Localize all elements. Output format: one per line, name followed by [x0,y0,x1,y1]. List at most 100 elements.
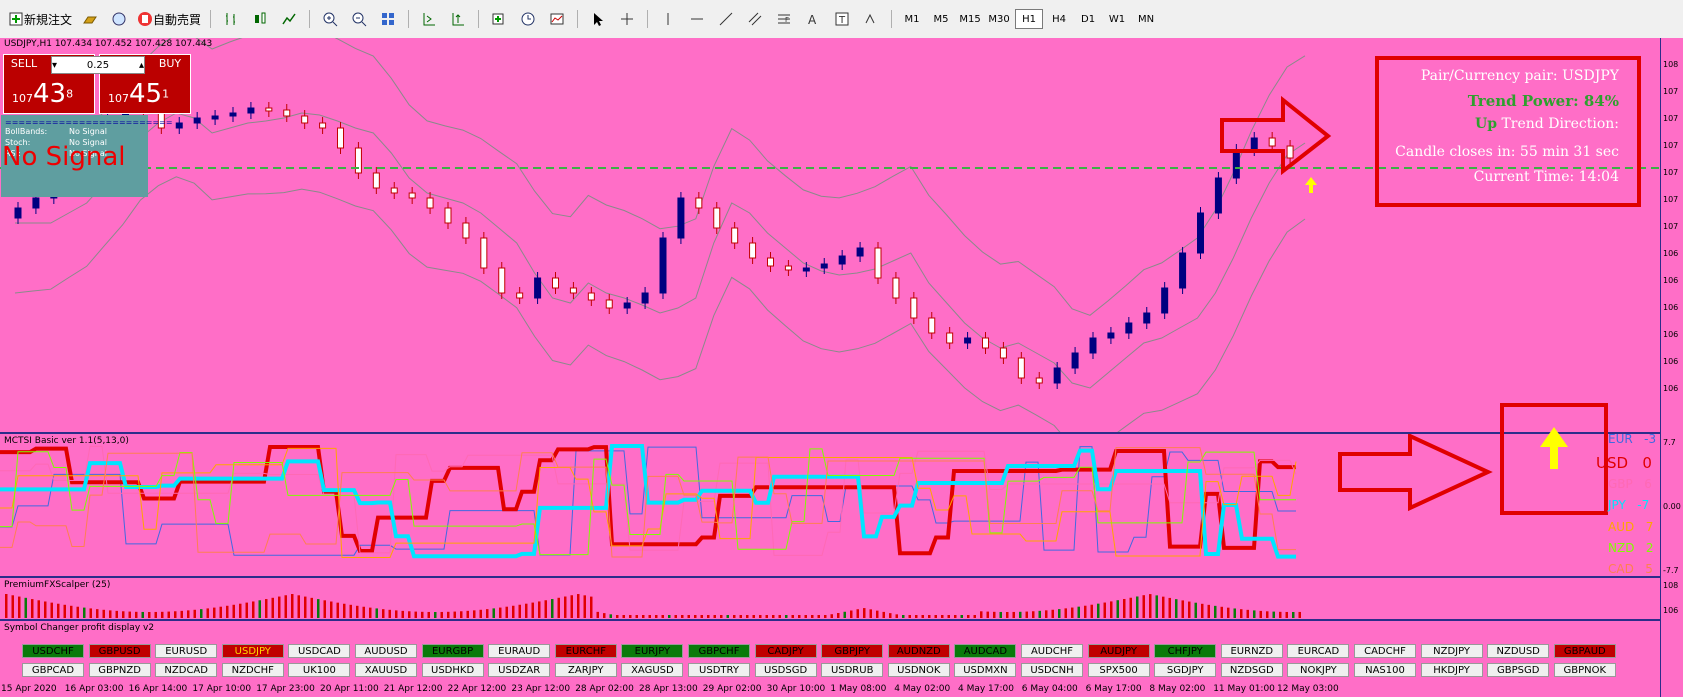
scalper-bar [544,600,547,618]
symbol-button-usdcnh[interactable]: USDCNH [1021,663,1083,677]
scalper-bar [954,615,957,618]
chart-shift-button[interactable] [416,9,442,29]
timeframe-m5[interactable]: M5 [928,9,954,29]
symbol-button-usdcad[interactable]: USDCAD [288,644,351,658]
cursor-button[interactable] [585,9,611,29]
timeframe-w1[interactable]: W1 [1104,9,1130,29]
symbol-button-cadchf[interactable]: CADCHF [1354,644,1416,658]
time-axis-label: 17 Apr 10:00 [192,684,252,694]
timeframe-m30[interactable]: M30 [986,9,1012,29]
lot-dropdown-icon[interactable]: ▾ [52,60,57,71]
symbol-button-spx500[interactable]: SPX500 [1087,663,1150,677]
symbol-button-gbpchf[interactable]: GBPCHF [688,644,750,658]
timeframe-mn[interactable]: MN [1133,9,1159,29]
buy-price: 107451 [108,79,169,109]
globe-button[interactable] [106,9,132,29]
symbol-button-chfjpy[interactable]: CHFJPY [1154,644,1217,658]
horizontal-line-button[interactable] [684,9,710,29]
symbol-button-gbpnzd[interactable]: GBPNZD [88,663,151,677]
symbol-button-eurchf[interactable]: EURCHF [554,644,617,658]
symbol-button-xauusd[interactable]: XAUUSD [355,663,417,677]
timeframe-h4[interactable]: H4 [1046,9,1072,29]
symbol-button-xagusd[interactable]: XAGUSD [621,663,684,677]
symbol-button-usdjpy[interactable]: USDJPY [221,644,284,658]
symbol-button-usdrub[interactable]: USDRUB [821,663,884,677]
scalper-bar [908,615,911,618]
fibonacci-button[interactable]: F [771,9,797,29]
lot-stepper-icon[interactable]: ▴ [139,60,144,71]
candle-body [1125,322,1133,334]
lot-size-input[interactable]: ▾ 0.25 ▴ [51,56,145,74]
mctsi-oscillator-pane[interactable]: MCTSI Basic ver 1.1(5,13,0) [0,434,1660,578]
scalper-bar [57,603,60,618]
symbol-button-usdmxn[interactable]: USDMXN [954,663,1017,677]
indicators-button[interactable] [486,9,512,29]
symbol-button-audnzd[interactable]: AUDNZD [887,644,950,658]
symbol-button-eurgbp[interactable]: EURGBP [421,644,484,658]
symbol-button-sgdjpy[interactable]: SGDJPY [1154,663,1217,677]
candle-chart-button[interactable] [247,9,273,29]
new-order-button[interactable]: 新規注文 [6,9,74,29]
scalper-bar [1025,611,1028,618]
symbol-button-audcad[interactable]: AUDCAD [954,644,1017,658]
symbol-button-nzdcad[interactable]: NZDCAD [155,663,218,677]
symbol-button-euraud[interactable]: EURAUD [488,644,551,658]
vertical-line-button[interactable] [655,9,681,29]
symbol-button-usdzar[interactable]: USDZAR [488,663,551,677]
symbol-button-gbpjpy[interactable]: GBPJPY [821,644,884,658]
symbol-button-cadjpy[interactable]: CADJPY [754,644,817,658]
bar-chart-button[interactable] [218,9,244,29]
symbol-button-gbpnok[interactable]: GBPNOK [1553,663,1616,677]
symbol-button-usdhkd[interactable]: USDHKD [421,663,484,677]
symbol-button-nzdchf[interactable]: NZDCHF [221,663,284,677]
symbol-button-audjpy[interactable]: AUDJPY [1087,644,1150,658]
symbol-button-eurusd[interactable]: EURUSD [155,644,218,658]
symbol-button-nzdusd[interactable]: NZDUSD [1487,644,1550,658]
symbol-button-usdtry[interactable]: USDTRY [688,663,750,677]
symbol-button-usdnok[interactable]: USDNOK [887,663,950,677]
periods-button[interactable] [515,9,541,29]
symbol-button-usdsgd[interactable]: USDSGD [754,663,817,677]
autoscroll-button[interactable] [445,9,471,29]
channel-button[interactable] [742,9,768,29]
line-chart-button[interactable] [276,9,302,29]
symbol-button-nokjpy[interactable]: NOKJPY [1287,663,1350,677]
candle-body [964,337,972,344]
symbol-label: USDJPY,H1 107.434 107.452 107.428 107.44… [4,39,213,49]
symbol-button-gbpusd[interactable]: GBPUSD [88,644,151,658]
templates-button[interactable] [544,9,570,29]
symbol-button-gbpcad[interactable]: GBPCAD [22,663,84,677]
timeframe-h1[interactable]: H1 [1015,9,1044,29]
currency-usd: USD 0 [1596,454,1652,472]
symbol-button-eurnzd[interactable]: EURNZD [1220,644,1283,658]
symbol-button-eurjpy[interactable]: EURJPY [621,644,684,658]
scalper-bar [1240,609,1243,618]
zoom-out-button[interactable] [346,9,372,29]
symbol-button-hkdjpy[interactable]: HKDJPY [1420,663,1483,677]
symbol-button-usdchf[interactable]: USDCHF [22,644,84,658]
symbol-button-gbpaud[interactable]: GBPAUD [1553,644,1616,658]
symbol-button-uk100[interactable]: UK100 [288,663,351,677]
timeframe-m1[interactable]: M1 [899,9,925,29]
symbol-button-eurcad[interactable]: EURCAD [1287,644,1350,658]
symbol-button-gbpsgd[interactable]: GBPSGD [1487,663,1550,677]
symbol-button-nzdjpy[interactable]: NZDJPY [1420,644,1483,658]
candle-body [354,147,362,174]
tile-windows-button[interactable] [375,9,401,29]
timeframe-m15[interactable]: M15 [957,9,983,29]
symbol-button-nzdsgd[interactable]: NZDSGD [1220,663,1283,677]
arrows-button[interactable] [858,9,884,29]
text-label-button[interactable]: T [829,9,855,29]
auto-trade-button[interactable]: 自動売買 [135,9,203,29]
symbol-button-audchf[interactable]: AUDCHF [1021,644,1083,658]
market-watch-button[interactable] [77,9,103,29]
trendline-button[interactable] [713,9,739,29]
symbol-button-nas100[interactable]: NAS100 [1354,663,1416,677]
zoom-in-button[interactable] [317,9,343,29]
scalper-pane[interactable]: PremiumFXScalper (25) [0,578,1660,621]
crosshair-button[interactable] [614,9,640,29]
text-button[interactable]: A [800,9,826,29]
symbol-button-zarjpy[interactable]: ZARJPY [554,663,617,677]
timeframe-d1[interactable]: D1 [1075,9,1101,29]
symbol-button-audusd[interactable]: AUDUSD [355,644,417,658]
